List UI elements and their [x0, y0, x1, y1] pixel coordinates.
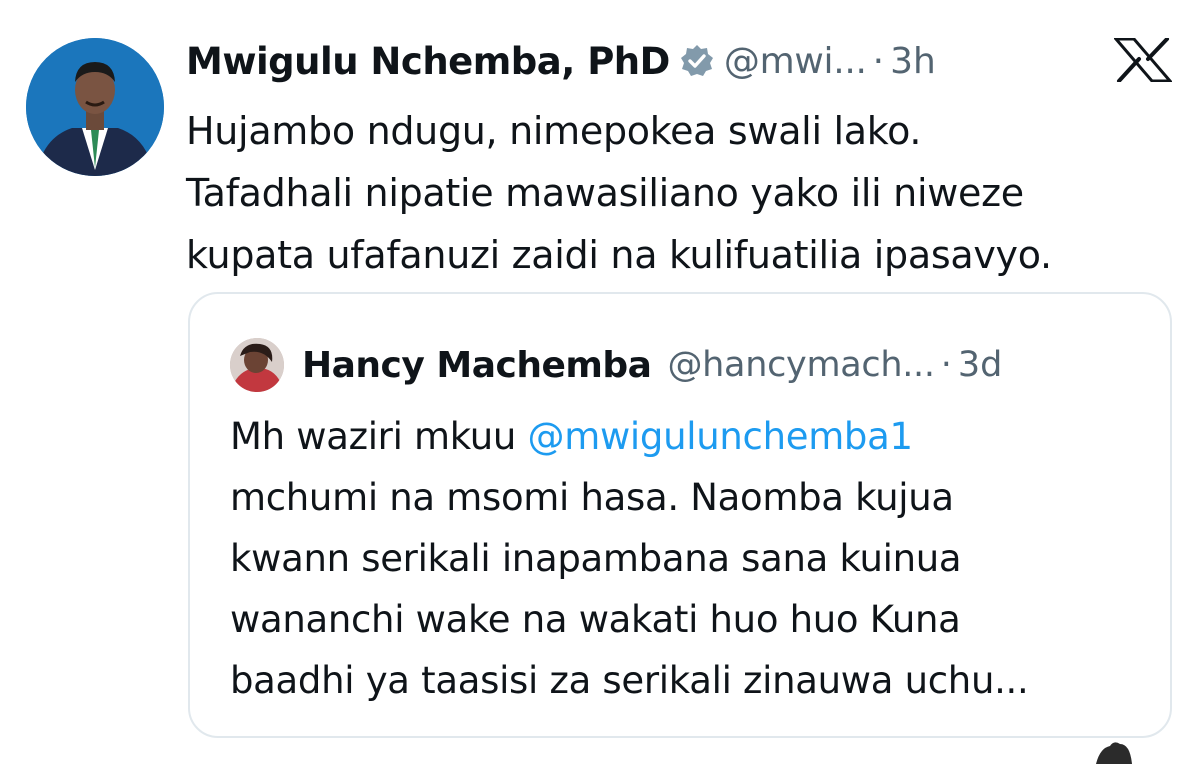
quoted-author-handle[interactable]: @hancymach... — [667, 345, 935, 385]
quoted-tweet-header: Hancy Machemba @hancymach... · 3d — [230, 334, 1002, 396]
tweet-header: Mwigulu Nchemba, PhD @mwi... · 3h — [186, 32, 936, 90]
author-name[interactable]: Mwigulu Nchemba, PhD — [186, 40, 670, 83]
tweet-text-line: Hujambo ndugu, nimepokea swali lako. — [186, 109, 922, 153]
quoted-text-line: baadhi ya taasisi za serikali zinauwa uc… — [230, 659, 1029, 702]
quoted-text-line: wananchi wake na wakati huo huo Kuna — [230, 598, 961, 641]
quoted-text-line: mchumi na msomi hasa. Naomba kujua — [230, 476, 954, 519]
post-time[interactable]: 3h — [890, 41, 936, 82]
quoted-text-line: kwann serikali inapambana sana kuinua — [230, 537, 962, 580]
quoted-post-time[interactable]: 3d — [958, 345, 1003, 385]
author-handle[interactable]: @mwi... — [724, 41, 867, 82]
quoted-tweet-text: Mh waziri mkuu @mwigulunchemba1 mchumi n… — [230, 406, 1150, 711]
verified-badge-icon — [680, 44, 714, 78]
separator-dot: · — [872, 40, 885, 82]
quoted-text-prefix: Mh waziri mkuu — [230, 415, 528, 458]
tweet-text: Hujambo ndugu, nimepokea swali lako. Taf… — [186, 100, 1176, 286]
author-avatar[interactable] — [26, 38, 164, 176]
separator-dot: · — [940, 345, 952, 385]
mention-link[interactable]: @mwigulunchemba1 — [528, 415, 914, 458]
quoted-author-avatar[interactable] — [230, 338, 284, 392]
quoted-text-line: Mh waziri mkuu @mwigulunchemba1 — [230, 406, 1150, 467]
partial-icon — [1092, 738, 1136, 764]
x-logo-icon — [1112, 37, 1174, 83]
quoted-tweet-card[interactable]: Hancy Machemba @hancymach... · 3d Mh waz… — [188, 292, 1172, 738]
tweet-text-line: Tafadhali nipatie mawasiliano yako ili n… — [186, 171, 1024, 215]
tweet-text-line: kupata ufafanuzi zaidi na kulifuatilia i… — [186, 233, 1052, 277]
quoted-author-name[interactable]: Hancy Machemba — [302, 345, 652, 386]
